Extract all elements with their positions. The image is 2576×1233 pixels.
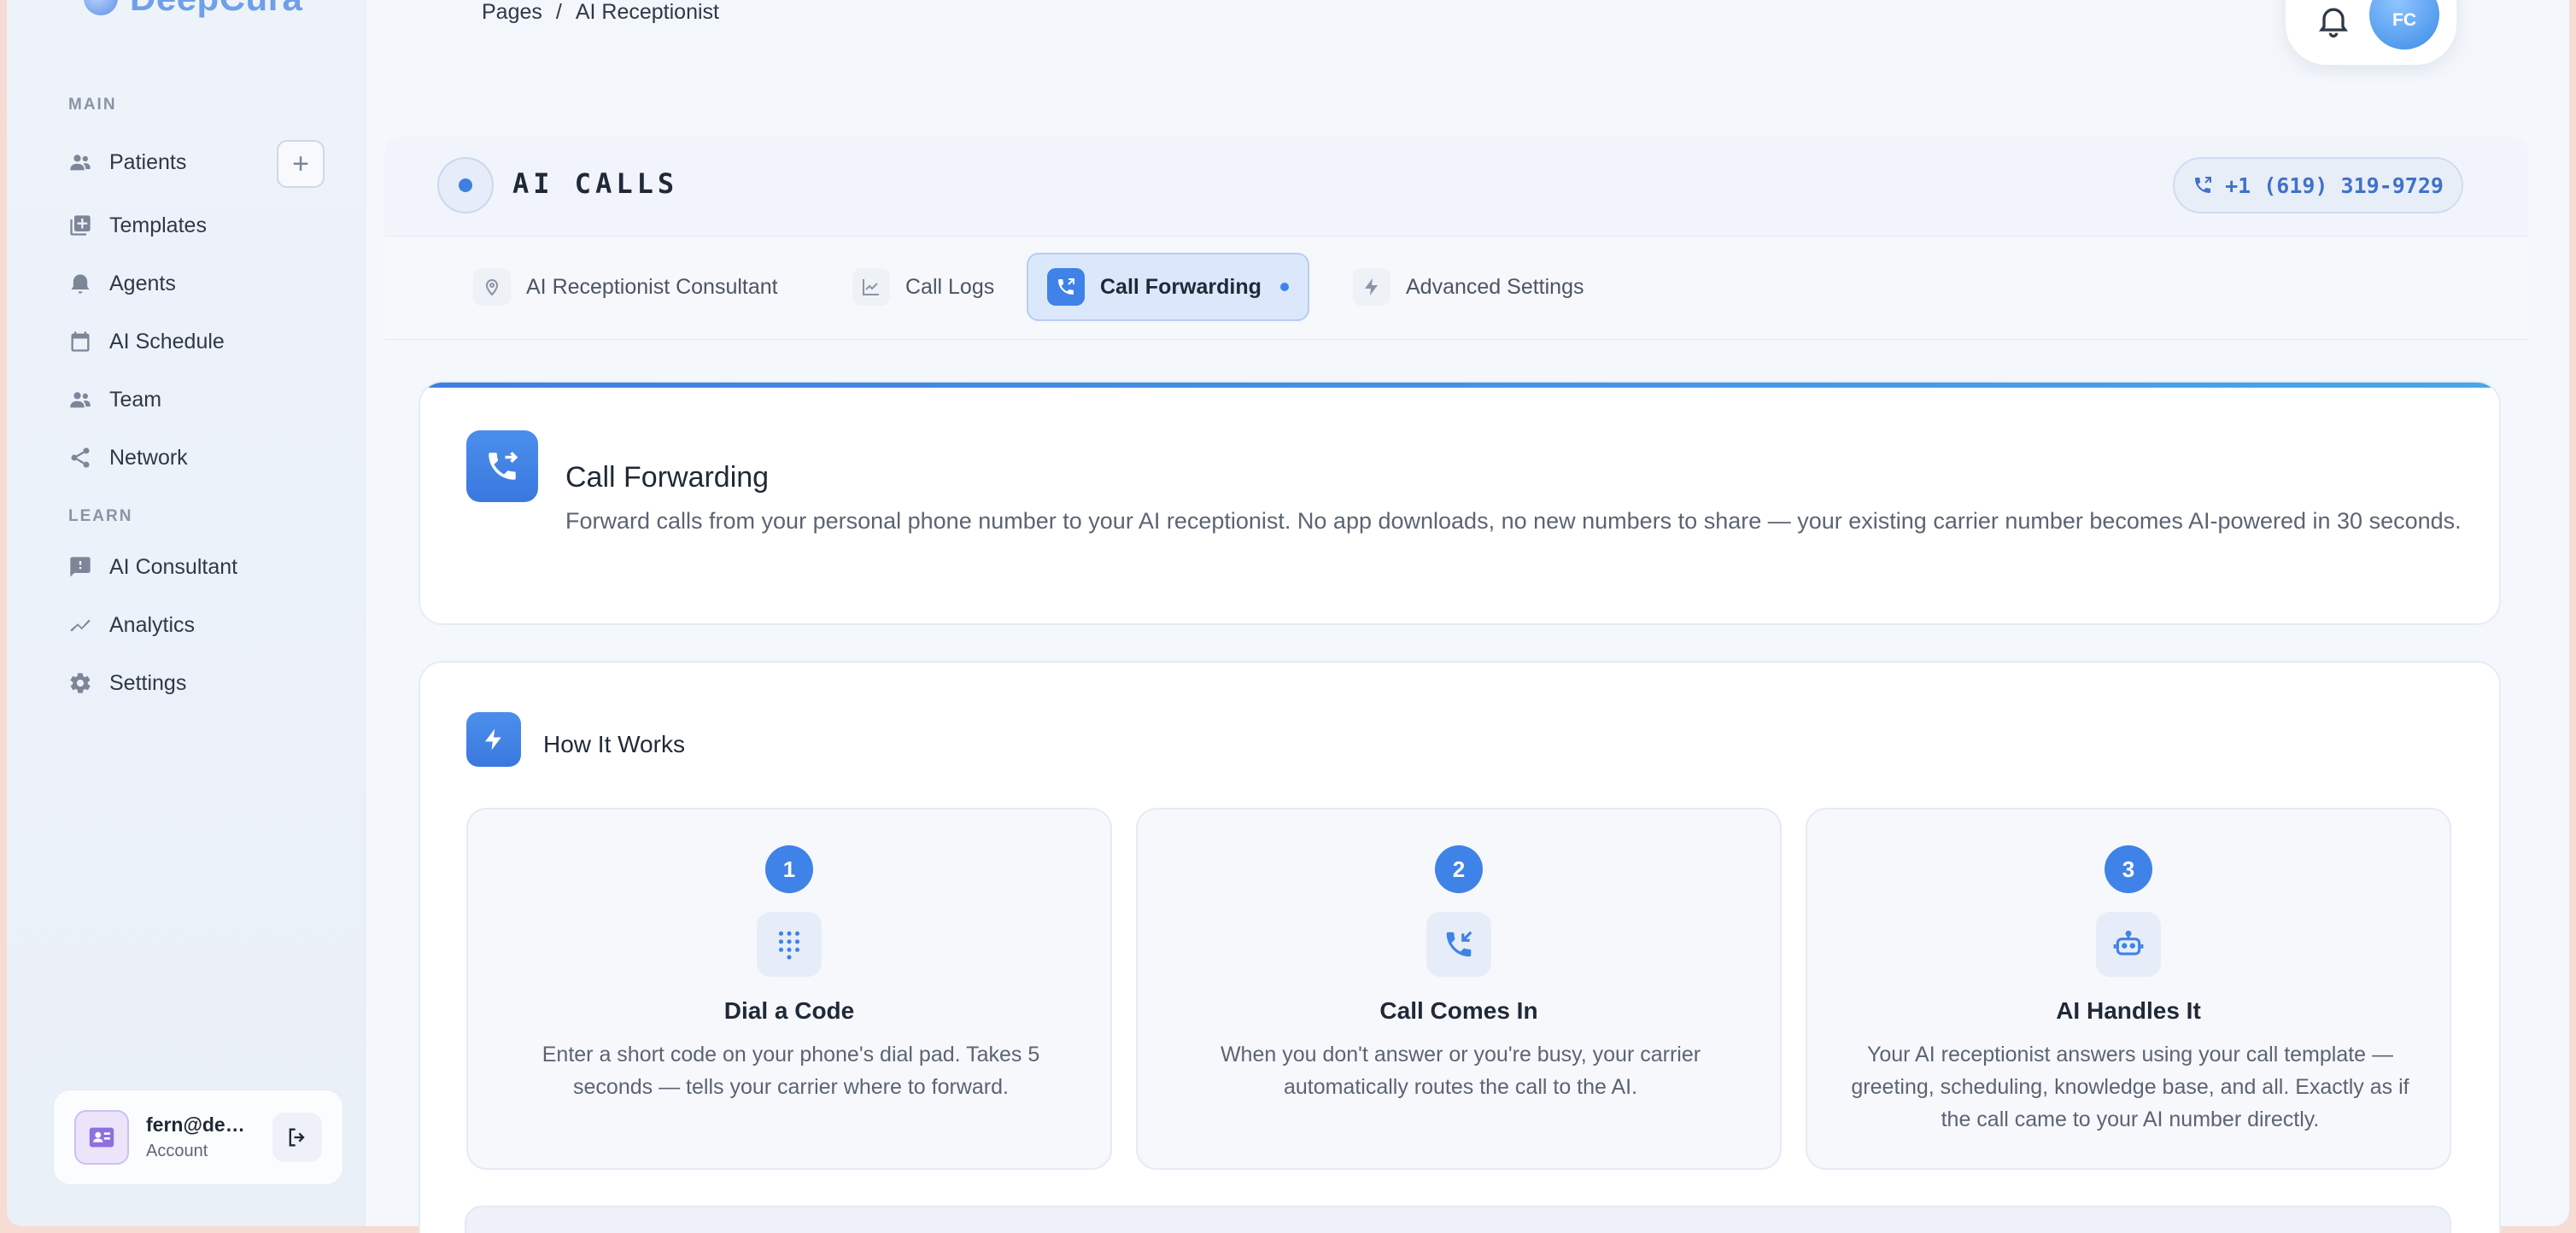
gear-icon bbox=[70, 673, 91, 693]
step-card: 2 Call Comes In When you don't answer or… bbox=[1136, 808, 1782, 1170]
logo-mark-icon bbox=[84, 0, 118, 15]
templates-icon bbox=[70, 215, 91, 236]
step-description: Enter a short code on your phone's dial … bbox=[542, 1043, 1040, 1099]
bolt-icon bbox=[1365, 278, 1378, 295]
bolt-icon bbox=[485, 728, 501, 751]
sidebar-item-templates[interactable]: Templates bbox=[68, 207, 207, 244]
sidebar-item-network[interactable]: Network bbox=[68, 439, 188, 476]
trend-icon bbox=[70, 619, 91, 632]
tab-ai-receptionist-consultant[interactable]: AI Receptionist Consultant bbox=[454, 253, 797, 321]
page-title: AI CALLS bbox=[512, 167, 679, 200]
sidebar-item-label: Agents bbox=[109, 271, 176, 295]
step-title: Call Comes In bbox=[1379, 997, 1538, 1024]
phone-number-pill[interactable]: +1 (619) 319-9729 bbox=[2173, 157, 2463, 213]
tab-call-forwarding[interactable]: Call Forwarding bbox=[1027, 253, 1309, 321]
next-section-card bbox=[465, 1206, 2451, 1233]
section-title: How It Works bbox=[543, 731, 685, 757]
sidebar-item-ai-consultant[interactable]: AI Consultant bbox=[68, 548, 237, 586]
step-card: 1 Dial a Code Enter a short code on your… bbox=[466, 808, 1112, 1170]
phone-forward-icon bbox=[1058, 278, 1074, 295]
logout-button[interactable] bbox=[272, 1113, 322, 1162]
top-header bbox=[442, 0, 2509, 77]
share-icon bbox=[71, 447, 90, 468]
call-forwarding-badge bbox=[466, 430, 538, 502]
breadcrumb: Pages / AI Receptionist bbox=[482, 0, 719, 25]
account-avatar bbox=[74, 1110, 129, 1165]
step-description: Your AI receptionist answers using your … bbox=[1851, 1043, 2409, 1131]
tab-advanced-settings[interactable]: Advanced Settings bbox=[1334, 253, 1602, 321]
sidebar: DeepCura MAIN Patients + Templates Agent… bbox=[7, 0, 366, 1226]
chart-icon bbox=[863, 279, 879, 295]
status-dot-icon bbox=[437, 157, 494, 213]
sidebar-item-ai-schedule[interactable]: AI Schedule bbox=[68, 323, 225, 360]
section-label-main: MAIN bbox=[68, 96, 117, 114]
section-label-learn: LEARN bbox=[68, 507, 133, 525]
phone-incoming-icon bbox=[1446, 931, 1472, 957]
tab-call-logs[interactable]: Call Logs bbox=[834, 253, 1013, 321]
sidebar-item-label: AI Consultant bbox=[109, 554, 238, 579]
logo-text: DeepCura bbox=[130, 0, 302, 19]
dialpad-icon bbox=[778, 931, 800, 960]
step-title: Dial a Code bbox=[723, 997, 855, 1024]
team-icon bbox=[70, 392, 91, 408]
sidebar-item-label: Analytics bbox=[109, 612, 196, 637]
people-icon bbox=[70, 155, 91, 171]
tab-label: Call Logs bbox=[905, 274, 995, 299]
step-number: 3 bbox=[2105, 845, 2152, 893]
bell-agent-icon bbox=[71, 274, 90, 294]
step-title: AI Handles It bbox=[2056, 997, 2201, 1024]
sidebar-item-settings[interactable]: Settings bbox=[68, 664, 186, 702]
phone-number: +1 (619) 319-9729 bbox=[2225, 172, 2444, 198]
how-it-works-card: How It Works 1 Dial a Code Enter a short… bbox=[419, 661, 2501, 1233]
sidebar-item-agents[interactable]: Agents bbox=[68, 265, 176, 302]
add-patient-button[interactable]: + bbox=[277, 140, 325, 188]
tab-label: Call Forwarding bbox=[1100, 274, 1262, 299]
section-title: Call Forwarding bbox=[565, 461, 770, 494]
sidebar-item-label: Settings bbox=[109, 670, 187, 695]
active-dot-icon bbox=[1279, 283, 1289, 291]
phone-forward-icon bbox=[489, 452, 518, 480]
breadcrumb-current: AI Receptionist bbox=[575, 0, 719, 24]
sidebar-item-label: Network bbox=[109, 445, 188, 470]
sidebar-item-patients[interactable]: Patients bbox=[68, 143, 186, 181]
section-description: Forward calls from your personal phone n… bbox=[565, 508, 2462, 534]
robot-icon bbox=[2113, 930, 2144, 955]
step-description: When you don't answer or you're busy, yo… bbox=[1220, 1043, 1701, 1099]
sidebar-item-analytics[interactable]: Analytics bbox=[68, 606, 195, 644]
how-it-works-badge bbox=[466, 712, 521, 767]
step-number: 2 bbox=[1435, 845, 1483, 893]
sidebar-item-label: Patients bbox=[109, 149, 187, 174]
sidebar-item-team[interactable]: Team bbox=[68, 381, 161, 418]
breadcrumb-root[interactable]: Pages bbox=[482, 0, 542, 25]
logout-icon bbox=[289, 1128, 305, 1147]
tab-label: Advanced Settings bbox=[1406, 274, 1584, 299]
chat-alert-icon bbox=[70, 557, 91, 577]
logo[interactable]: DeepCura bbox=[84, 0, 302, 19]
sidebar-item-label: Templates bbox=[109, 213, 207, 237]
sidebar-item-label: Team bbox=[109, 387, 162, 412]
tab-label: AI Receptionist Consultant bbox=[526, 274, 778, 299]
sidebar-item-label: AI Schedule bbox=[109, 329, 225, 354]
location-icon bbox=[485, 279, 499, 296]
notification-bell-icon[interactable] bbox=[2315, 2, 2352, 39]
account-card[interactable]: fern@deepcura.com Account bbox=[53, 1090, 343, 1185]
account-role: Account bbox=[146, 1142, 208, 1160]
profile-badge-icon bbox=[89, 1127, 114, 1148]
breadcrumb-separator: / bbox=[555, 0, 562, 24]
step-card: 3 AI Handles It Your AI receptionist ans… bbox=[1806, 808, 2451, 1170]
phone-forward-icon bbox=[2195, 177, 2212, 193]
account-email: fern@deepcura.com bbox=[146, 1113, 255, 1136]
calendar-icon bbox=[71, 331, 90, 352]
call-forwarding-card: Call Forwarding Forward calls from your … bbox=[419, 381, 2501, 625]
step-number: 1 bbox=[765, 845, 813, 893]
